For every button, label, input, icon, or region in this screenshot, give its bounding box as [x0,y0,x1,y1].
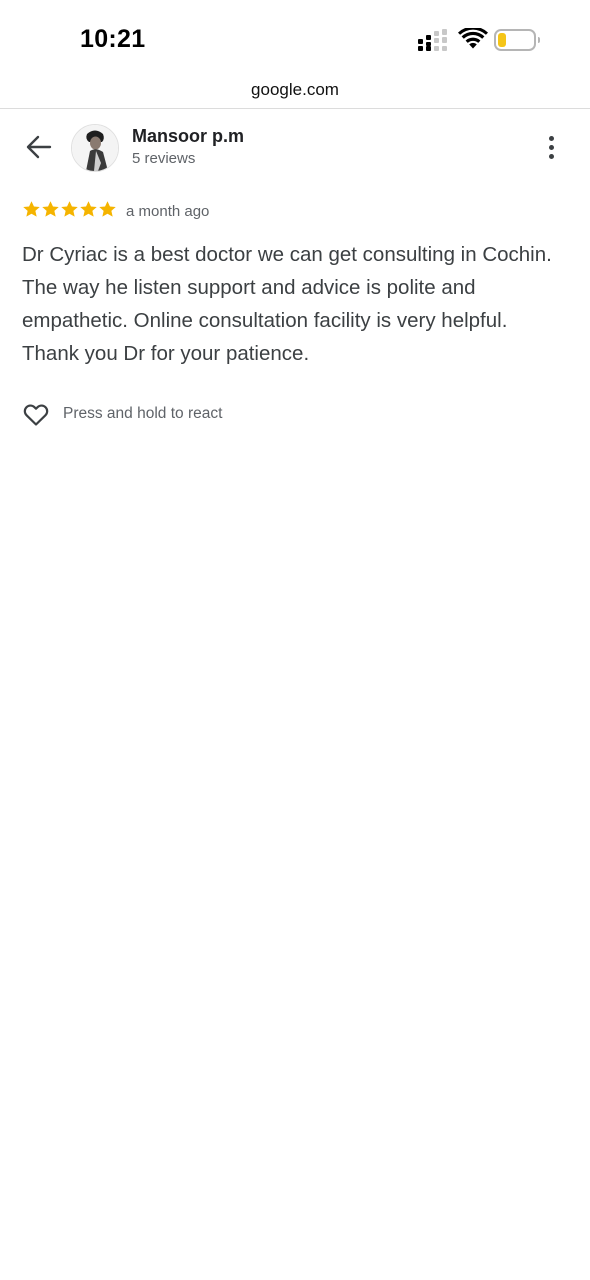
status-bar: 10:21 [0,0,590,72]
react-label: Press and hold to react [63,405,223,422]
react-button[interactable]: Press and hold to react [22,399,222,429]
reviewer-review-count: 5 reviews [132,150,196,167]
review-text: Dr Cyriac is a best doctor we can get co… [22,243,552,365]
battery-icon [494,29,540,51]
star-icon [80,201,97,217]
more-options-button[interactable] [536,128,566,166]
signal-icon [418,29,447,51]
reviewer-name[interactable]: Mansoor p.m [132,126,244,147]
star-icon [99,201,116,217]
status-time: 10:21 [80,25,146,53]
avatar[interactable] [71,124,119,172]
more-options-dot [548,144,554,150]
back-arrow-icon [26,135,52,159]
review-time: a month ago [126,203,210,220]
back-button[interactable] [20,128,58,166]
avatar-person-icon [72,125,118,171]
more-options-dot [548,153,554,159]
address-bar[interactable]: google.com [0,72,590,109]
url-text: google.com [251,80,339,99]
wifi-icon [458,28,488,49]
more-options-icon [548,135,554,141]
star-icon [61,201,78,217]
star-rating [22,200,117,222]
star-icon [42,201,59,217]
star-icon [23,201,40,217]
heart-icon [23,404,49,426]
